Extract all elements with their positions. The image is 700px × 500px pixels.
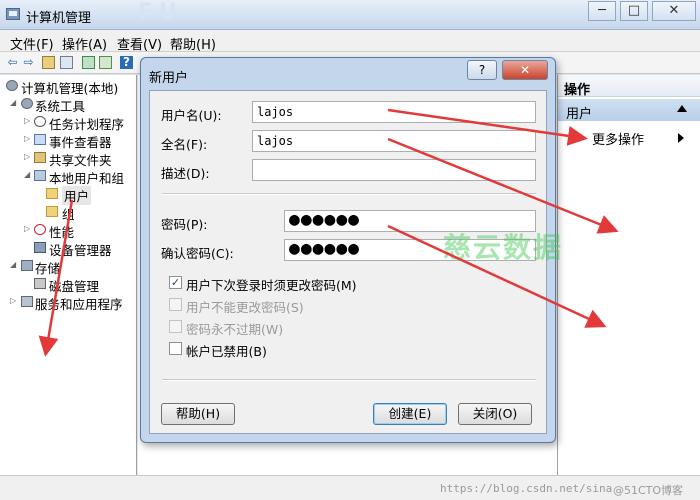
- checkbox-label: 帐户已禁用(B): [186, 344, 267, 359]
- tree-item-disk-management[interactable]: 磁盘管理: [0, 275, 136, 294]
- confirm-password-label: 确认密码(C):: [161, 246, 234, 261]
- clock-icon: [34, 116, 46, 127]
- performance-icon: [34, 224, 46, 235]
- tree-item-root[interactable]: 计算机管理(本地): [0, 77, 136, 96]
- tree-label: 服务和应用程序: [35, 297, 123, 312]
- tree-item-groups[interactable]: 组: [0, 203, 136, 222]
- site-watermark: @51CTO博客: [613, 484, 684, 497]
- maximize-button[interactable]: □: [620, 1, 648, 21]
- menu-bar: 文件(F) 操作(A) 查看(V) 帮助(H): [0, 30, 700, 53]
- dialog-title: 新用户: [149, 71, 189, 86]
- tree-item-shared-folders[interactable]: ▷ 共享文件夹: [0, 149, 136, 168]
- checkbox-label: 用户下次登录时须更改密码(M): [186, 278, 357, 293]
- collapse-triangle-icon[interactable]: [677, 105, 687, 112]
- device-manager-icon: [34, 242, 46, 253]
- menu-action[interactable]: 操作(A): [62, 34, 107, 53]
- tree-item-task-scheduler[interactable]: ▷ 任务计划程序: [0, 113, 136, 132]
- tools-icon: [21, 98, 33, 109]
- expand-icon[interactable]: ▷: [10, 296, 16, 305]
- window-title: 计算机管理: [26, 11, 92, 26]
- cannot-change-password-checkbox[interactable]: [169, 298, 182, 311]
- tree-item-device-manager[interactable]: 设备管理器: [0, 239, 136, 258]
- help-icon[interactable]: ?: [120, 56, 133, 69]
- divider: [162, 193, 536, 195]
- menu-help[interactable]: 帮助(H): [170, 34, 216, 53]
- more-actions-item[interactable]: 更多操作: [592, 129, 644, 148]
- actions-section-label: 用户: [566, 107, 593, 122]
- actions-section-users[interactable]: 用户: [558, 99, 700, 122]
- close-window-button[interactable]: ✕: [652, 1, 696, 21]
- expand-icon[interactable]: ▷: [24, 152, 30, 161]
- computer-icon: [6, 80, 18, 91]
- dialog-close-button[interactable]: ✕: [502, 60, 548, 80]
- title-bar[interactable]: 计算机管理 FU ─ □ ✕: [0, 0, 700, 30]
- disk-icon: [34, 278, 46, 289]
- up-folder-icon[interactable]: [42, 56, 55, 69]
- background-watermark-text: FU: [138, 0, 183, 25]
- cannot-change-password-checkbox-row[interactable]: 用户不能更改密码(S): [169, 297, 369, 315]
- actions-pane: 操作 用户 更多操作: [557, 75, 700, 475]
- event-log-icon: [34, 134, 46, 145]
- services-icon: [21, 296, 33, 307]
- password-label: 密码(P):: [161, 217, 208, 232]
- fullname-label: 全名(F):: [161, 137, 208, 152]
- folder-icon: [46, 188, 58, 199]
- close-dialog-button[interactable]: 关闭(O): [458, 403, 532, 425]
- collapse-icon[interactable]: ◢: [24, 170, 30, 179]
- export-icon[interactable]: [99, 56, 112, 69]
- show-tree-icon[interactable]: [60, 56, 73, 69]
- cloud-watermark: 慈云数据: [443, 231, 564, 264]
- navigation-tree: 计算机管理(本地) ◢ 系统工具 ▷ 任务计划程序 ▷ 事件查看器 ▷ 共享文件…: [0, 75, 137, 475]
- password-never-expires-checkbox-row[interactable]: 密码永不过期(W): [169, 319, 369, 337]
- tree-item-system-tools[interactable]: ◢ 系统工具: [0, 95, 136, 114]
- password-never-expires-checkbox[interactable]: [169, 320, 182, 333]
- expand-icon[interactable]: ▷: [24, 134, 30, 143]
- must-change-password-checkbox[interactable]: ✓: [169, 276, 182, 289]
- description-label: 描述(D):: [161, 166, 210, 181]
- submenu-arrow-icon[interactable]: [678, 133, 684, 143]
- status-bar: https://blog.csdn.net/sina @51CTO博客: [0, 475, 700, 500]
- username-label: 用户名(U):: [161, 108, 222, 123]
- computer-management-icon: [6, 8, 20, 20]
- dialog-help-button[interactable]: ?: [467, 60, 497, 80]
- checkbox-label: 用户不能更改密码(S): [186, 300, 304, 315]
- tree-item-services[interactable]: ▷ 服务和应用程序: [0, 293, 136, 312]
- checkbox-label: 密码永不过期(W): [186, 322, 284, 337]
- shared-folder-icon: [34, 152, 46, 163]
- expand-icon[interactable]: ▷: [24, 224, 30, 233]
- tree-item-performance[interactable]: ▷ 性能: [0, 221, 136, 240]
- help-button[interactable]: 帮助(H): [161, 403, 235, 425]
- tree-item-event-viewer[interactable]: ▷ 事件查看器: [0, 131, 136, 150]
- storage-icon: [21, 260, 33, 271]
- url-watermark: https://blog.csdn.net/sina: [440, 482, 613, 495]
- back-arrow-icon[interactable]: ⇦: [6, 56, 19, 69]
- window-controls: ─ □ ✕: [584, 1, 696, 21]
- folder-icon: [46, 206, 58, 217]
- menu-file[interactable]: 文件(F): [10, 34, 54, 53]
- account-disabled-checkbox-row[interactable]: 帐户已禁用(B): [169, 341, 369, 359]
- collapse-icon[interactable]: ◢: [10, 260, 16, 269]
- users-group-icon: [34, 170, 46, 181]
- minimize-button[interactable]: ─: [588, 1, 616, 21]
- create-button[interactable]: 创建(E): [373, 403, 447, 425]
- tree-item-users[interactable]: 用户: [0, 185, 136, 205]
- tree-item-storage[interactable]: ◢ 存储: [0, 257, 136, 276]
- fullname-field[interactable]: lajos: [252, 130, 536, 152]
- forward-arrow-icon[interactable]: ⇨: [22, 56, 35, 69]
- refresh-icon[interactable]: [82, 56, 95, 69]
- description-field[interactable]: [252, 159, 536, 181]
- menu-view[interactable]: 查看(V): [117, 34, 162, 53]
- collapse-icon[interactable]: ◢: [10, 98, 16, 107]
- expand-icon[interactable]: ▷: [24, 116, 30, 125]
- must-change-password-checkbox-row[interactable]: ✓ 用户下次登录时须更改密码(M): [169, 275, 369, 293]
- divider: [162, 379, 536, 381]
- tree-item-local-users-groups[interactable]: ◢ 本地用户和组: [0, 167, 136, 186]
- actions-header: 操作: [558, 75, 700, 98]
- account-disabled-checkbox[interactable]: [169, 342, 182, 355]
- username-field[interactable]: lajos: [252, 101, 536, 123]
